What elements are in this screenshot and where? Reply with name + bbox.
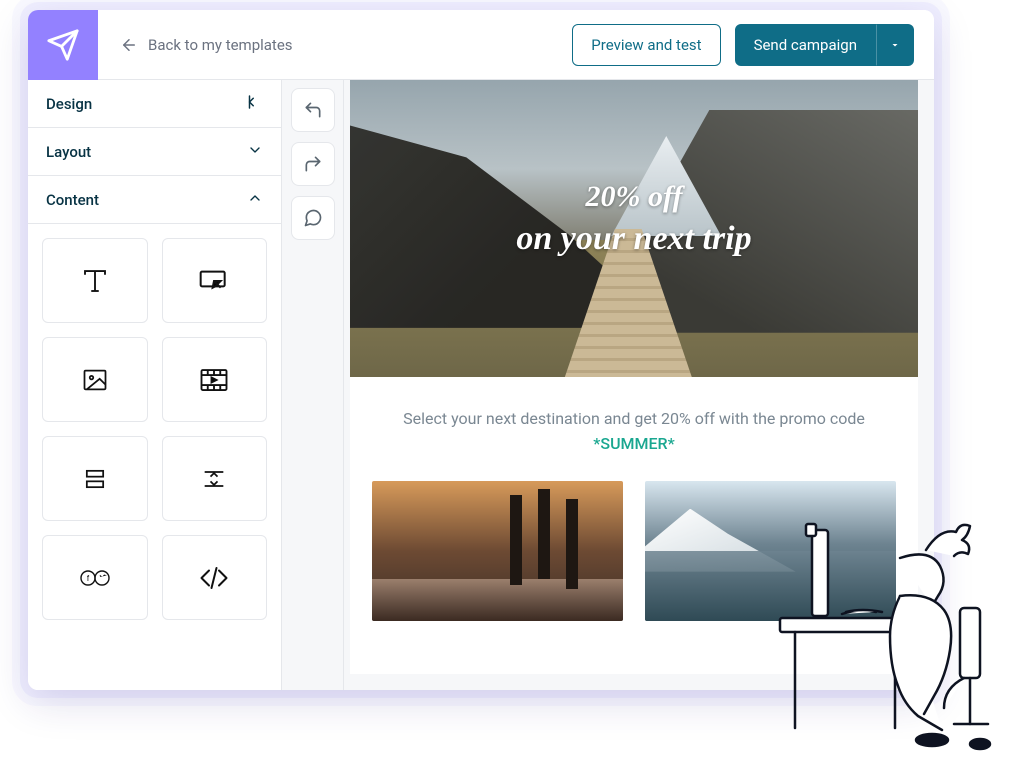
destination-image-2[interactable] xyxy=(645,481,896,621)
paper-plane-icon xyxy=(46,28,80,62)
undo-icon xyxy=(303,100,323,120)
block-html[interactable] xyxy=(162,535,268,620)
block-text[interactable] xyxy=(42,238,148,323)
divider-icon xyxy=(200,465,228,493)
image-row xyxy=(372,481,896,621)
block-spacer[interactable] xyxy=(42,436,148,521)
section-label: Content xyxy=(46,191,99,209)
back-link[interactable]: Back to my templates xyxy=(120,36,293,54)
undo-button[interactable] xyxy=(291,88,335,132)
canvas[interactable]: 20% off on your next trip Select your ne… xyxy=(344,80,934,690)
tool-column xyxy=(282,80,344,690)
hero-image[interactable]: 20% off on your next trip xyxy=(350,80,918,377)
image-icon xyxy=(81,366,109,394)
arrow-left-icon xyxy=(120,36,138,54)
send-campaign-button[interactable]: Send campaign xyxy=(735,24,876,66)
comment-icon xyxy=(303,208,323,228)
svg-text:f: f xyxy=(87,574,90,583)
sidebar: Design Layout Content xyxy=(28,80,282,690)
topbar: Back to my templates Preview and test Se… xyxy=(28,10,934,80)
sidebar-section-content[interactable]: Content xyxy=(28,176,281,224)
code-icon xyxy=(199,563,229,593)
lead-text: Select your next destination and get 20%… xyxy=(372,407,896,457)
app-frame: Back to my templates Preview and test Se… xyxy=(28,10,934,690)
top-actions: Preview and test Send campaign xyxy=(572,24,934,66)
email-body[interactable]: Select your next destination and get 20%… xyxy=(350,377,918,621)
block-button[interactable] xyxy=(162,238,268,323)
spacer-icon xyxy=(81,465,109,493)
send-button-group: Send campaign xyxy=(735,24,914,66)
workspace: Design Layout Content xyxy=(28,80,934,690)
send-dropdown-button[interactable] xyxy=(876,24,914,66)
social-icon: f xyxy=(79,567,111,589)
promo-code: *SUMMER* xyxy=(593,434,674,453)
text-icon xyxy=(80,266,110,296)
block-video[interactable] xyxy=(162,337,268,422)
section-label: Layout xyxy=(46,143,91,161)
redo-icon xyxy=(303,154,323,174)
block-image[interactable] xyxy=(42,337,148,422)
button-icon xyxy=(198,265,230,297)
block-social[interactable]: f xyxy=(42,535,148,620)
preview-label: Preview and test xyxy=(591,36,701,54)
hero-line-1: 20% off xyxy=(350,180,918,214)
hero-line-2: on your next trip xyxy=(350,220,918,258)
lead-copy: Select your next destination and get 20%… xyxy=(403,409,865,428)
content-block-grid: f xyxy=(28,224,281,634)
sidebar-section-layout[interactable]: Layout xyxy=(28,128,281,176)
section-label: Design xyxy=(46,95,92,113)
redo-button[interactable] xyxy=(291,142,335,186)
chevron-up-icon xyxy=(247,190,263,210)
chevron-down-icon xyxy=(247,142,263,162)
email-preview[interactable]: 20% off on your next trip Select your ne… xyxy=(350,80,918,674)
block-divider[interactable] xyxy=(162,436,268,521)
app-logo[interactable] xyxy=(28,10,98,80)
sidebar-section-design[interactable]: Design xyxy=(28,80,281,128)
destination-image-1[interactable] xyxy=(372,481,623,621)
caret-down-icon xyxy=(889,39,901,51)
send-label: Send campaign xyxy=(754,36,857,54)
hero-text: 20% off on your next trip xyxy=(350,180,918,258)
comment-button[interactable] xyxy=(291,196,335,240)
back-link-label: Back to my templates xyxy=(148,36,293,54)
collapse-left-icon xyxy=(245,93,263,115)
preview-button[interactable]: Preview and test xyxy=(572,24,720,66)
video-icon xyxy=(199,365,229,395)
